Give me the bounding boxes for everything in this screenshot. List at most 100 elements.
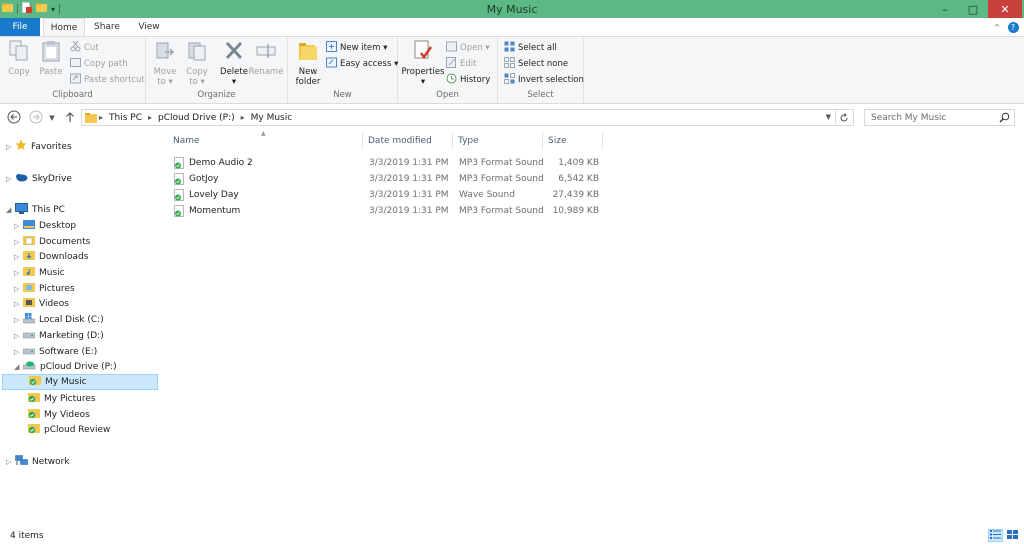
copy-button[interactable]: Copy — [3, 40, 35, 77]
large-icons-view-button[interactable] — [1005, 529, 1020, 542]
cut-button[interactable]: Cut — [70, 40, 99, 54]
nav-item-network[interactable]: ▷ Network — [6, 454, 70, 469]
nav-item-marketing-drive[interactable]: ▷ Marketing (D:) — [14, 328, 104, 343]
nav-item-desktop[interactable]: ▷ Desktop — [14, 218, 76, 233]
nav-item-my-music[interactable]: My Music — [2, 374, 158, 390]
new-group: New folder New item ▾ Easy access ▾ New — [288, 37, 398, 103]
up-button[interactable] — [63, 110, 77, 126]
breadcrumb-separator: ▸ — [147, 113, 152, 122]
edit-button[interactable]: Edit — [446, 56, 476, 71]
nav-item-pictures[interactable]: ▷ Pictures — [14, 281, 75, 296]
breadcrumb-pcloud-drive[interactable]: pCloud Drive (P:) — [154, 113, 239, 123]
rename-button[interactable]: Rename — [249, 40, 283, 77]
paste-button[interactable]: Paste — [35, 40, 67, 77]
tab-home[interactable]: Home — [43, 18, 85, 37]
table-row[interactable]: GotJoy 3/3/2019 1:31 PM MP3 Format Sound… — [168, 171, 608, 187]
properties-button[interactable]: Properties ▾ — [402, 40, 444, 87]
nav-item-music[interactable]: ▷ Music — [14, 265, 65, 280]
chevron-right-icon: ▷ — [14, 237, 20, 246]
new-group-label: New — [333, 90, 352, 100]
nav-item-my-videos[interactable]: My Videos — [28, 407, 90, 422]
breadcrumb-this-pc[interactable]: This PC — [105, 113, 146, 123]
nav-item-local-disk[interactable]: ▷ Local Disk (C:) — [14, 312, 104, 327]
search-placeholder: Search My Music — [871, 112, 947, 123]
open-button[interactable]: Open ▾ — [446, 41, 490, 54]
pictures-folder-icon — [23, 282, 39, 296]
audio-file-icon — [174, 155, 185, 171]
column-header-name[interactable]: Name — [168, 132, 363, 150]
paste-shortcut-icon — [70, 73, 84, 87]
nav-item-pcloud-review[interactable]: pCloud Review — [28, 422, 110, 437]
details-view-button[interactable] — [988, 529, 1003, 542]
maximize-button[interactable]: □ — [960, 0, 986, 18]
table-row[interactable]: Momentum 3/3/2019 1:31 PM MP3 Format Sou… — [168, 203, 608, 219]
breadcrumb-my-music[interactable]: My Music — [247, 113, 297, 123]
forward-arrow-icon — [29, 110, 43, 127]
back-arrow-icon — [7, 110, 21, 127]
nav-item-favorites[interactable]: ▷ Favorites — [6, 139, 72, 154]
delete-button[interactable]: Delete ▾ — [218, 40, 250, 87]
audio-file-icon — [174, 187, 185, 203]
column-header-type[interactable]: Type — [453, 132, 543, 150]
column-header-date-modified[interactable]: Date modified — [363, 132, 453, 150]
nav-item-my-pictures[interactable]: My Pictures — [28, 391, 96, 406]
move-to-button[interactable]: Move to ▾ — [149, 40, 181, 87]
new-item-button[interactable]: New item ▾ — [326, 40, 387, 54]
drive-icon — [22, 329, 39, 343]
window-title: My Music — [486, 3, 538, 16]
history-button[interactable]: History — [446, 73, 490, 86]
edit-icon — [446, 56, 460, 71]
copy-to-button[interactable]: Copy to ▾ — [181, 40, 213, 87]
table-row[interactable]: Demo Audio 2 3/3/2019 1:31 PM MP3 Format… — [168, 155, 608, 171]
close-button[interactable]: ✕ — [988, 0, 1022, 18]
chevron-down-icon: ▼ — [49, 114, 55, 122]
paste-shortcut-button[interactable]: Paste shortcut — [70, 73, 145, 86]
audio-file-icon — [174, 203, 185, 219]
nav-item-documents[interactable]: ▷ Documents — [14, 234, 90, 249]
select-all-button[interactable]: Select all — [504, 41, 557, 54]
nav-item-videos[interactable]: ▷ Videos — [14, 296, 69, 311]
minimize-button[interactable]: – — [932, 0, 958, 18]
audio-file-icon — [174, 171, 185, 187]
easy-access-icon — [326, 57, 340, 71]
new-folder-button[interactable]: New folder — [292, 40, 324, 87]
column-header-size[interactable]: Size — [543, 132, 603, 150]
easy-access-button[interactable]: Easy access ▾ — [326, 57, 398, 70]
forward-button[interactable] — [28, 110, 44, 126]
invert-selection-button[interactable]: Invert selection — [504, 72, 584, 86]
open-icon — [446, 41, 460, 55]
chevron-right-icon: ▷ — [14, 284, 20, 293]
nav-item-this-pc[interactable]: ◢ This PC — [6, 202, 65, 217]
select-none-button[interactable]: Select none — [504, 56, 568, 70]
refresh-icon[interactable] — [835, 111, 851, 124]
chevron-right-icon: ▷ — [6, 142, 12, 151]
file-date: 3/3/2019 1:31 PM — [369, 190, 449, 200]
table-row[interactable]: Lovely Day 3/3/2019 1:31 PM Wave Sound 2… — [168, 187, 608, 203]
help-button[interactable]: ? — [1006, 18, 1020, 36]
tab-share[interactable]: Share — [86, 18, 128, 36]
address-dropdown-icon[interactable]: ▼ — [826, 113, 831, 121]
search-icon[interactable] — [999, 112, 1010, 126]
windows-drive-icon — [22, 312, 39, 327]
rename-icon — [256, 40, 276, 65]
ribbon: Copy Paste Cut Copy path Paste shortcut … — [0, 36, 1024, 104]
copy-path-button[interactable]: Copy path — [70, 57, 128, 70]
recent-locations-button[interactable]: ▼ — [47, 110, 57, 126]
back-button[interactable] — [6, 110, 22, 126]
chevron-right-icon: ▷ — [14, 221, 20, 230]
file-size: 6,542 KB — [558, 174, 599, 184]
properties-icon — [413, 40, 433, 65]
cloud-icon — [15, 172, 32, 185]
search-input[interactable]: Search My Music — [864, 109, 1015, 126]
tab-view[interactable]: View — [128, 18, 170, 36]
nav-item-software-drive[interactable]: ▷ Software (E:) — [14, 344, 97, 359]
move-to-icon — [155, 40, 175, 65]
nav-item-skydrive[interactable]: ▷ SkyDrive — [6, 171, 72, 186]
collapse-ribbon-button[interactable]: ^ — [990, 18, 1004, 36]
chevron-right-icon: ▷ — [14, 315, 20, 324]
chevron-right-icon: ▷ — [14, 347, 20, 356]
address-bar[interactable]: ▸ This PC ▸ pCloud Drive (P:) ▸ My Music… — [81, 109, 854, 126]
tab-file[interactable]: File — [0, 18, 40, 36]
nav-item-pcloud-drive[interactable]: ◢ pCloud Drive (P:) — [14, 359, 117, 374]
nav-item-downloads[interactable]: ▷ Downloads — [14, 249, 88, 264]
